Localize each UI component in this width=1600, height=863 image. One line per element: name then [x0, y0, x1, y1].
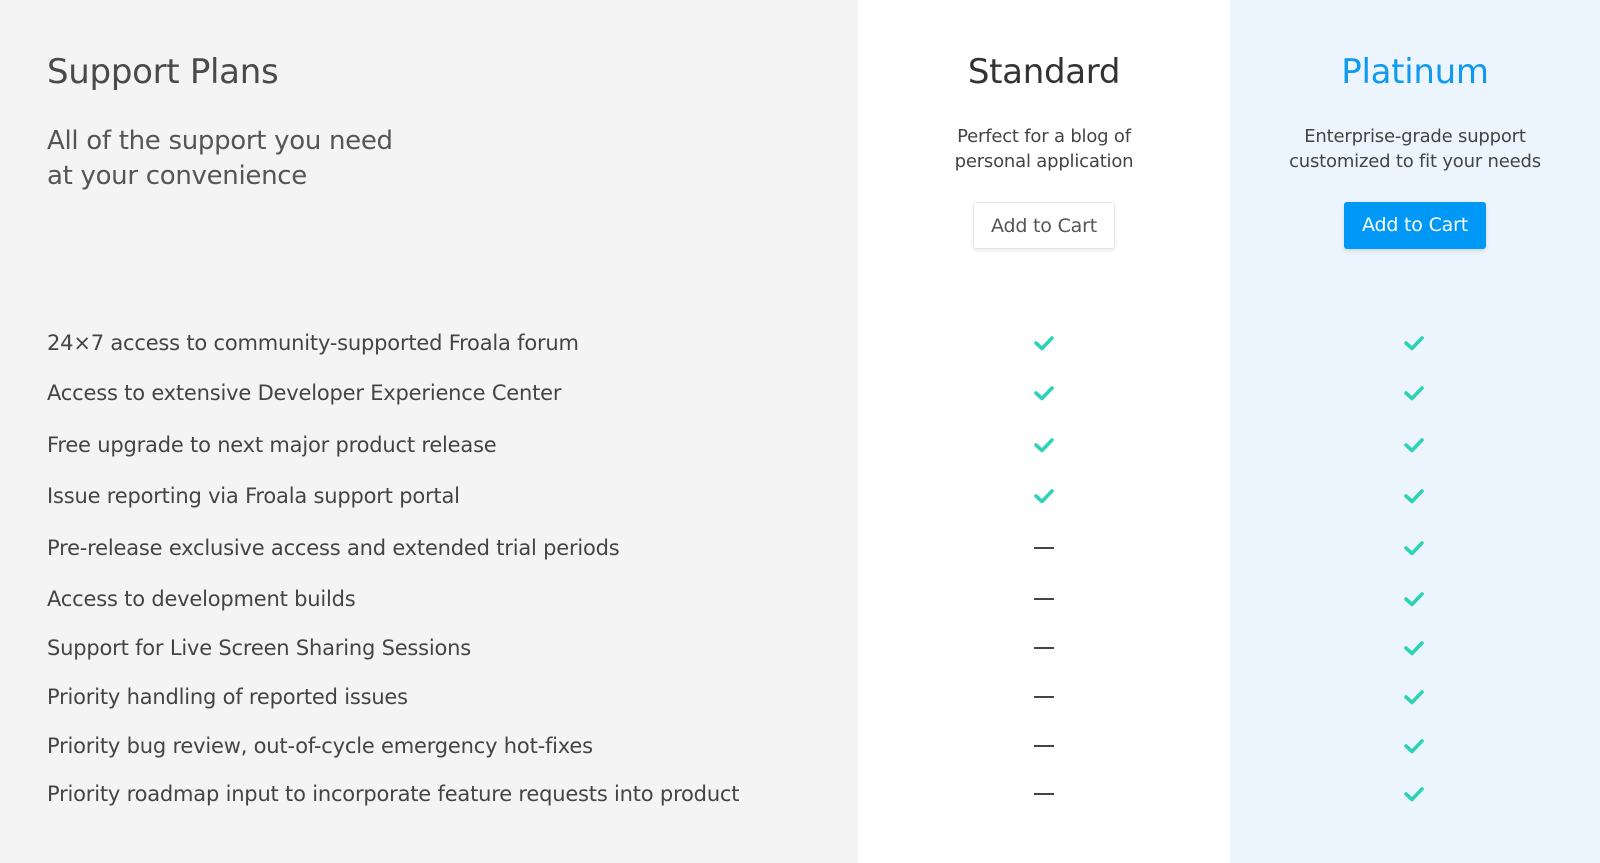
standard-availability-cell [1024, 774, 1064, 814]
dash-icon [1034, 696, 1054, 698]
standard-availability-cell [1024, 726, 1064, 766]
feature-row: Access to extensive Developer Experience… [0, 373, 1600, 413]
platinum-availability-cell [1394, 726, 1434, 766]
check-icon [1403, 334, 1425, 352]
feature-label: Access to development builds [47, 587, 356, 611]
feature-row: Access to development builds [0, 579, 1600, 619]
dash-icon [1034, 547, 1054, 549]
platinum-availability-cell [1394, 774, 1434, 814]
plan-description-line: customized to fit your needs [1289, 151, 1541, 172]
feature-label: Support for Live Screen Sharing Sessions [47, 636, 472, 660]
platinum-availability-cell [1394, 528, 1434, 568]
page-subtitle: All of the support you need at your conv… [47, 124, 393, 194]
check-icon [1403, 487, 1425, 505]
plan-description-line: Perfect for a blog of [957, 126, 1131, 147]
standard-availability-cell [1024, 323, 1064, 363]
check-icon [1403, 785, 1425, 803]
check-icon [1403, 590, 1425, 608]
add-to-cart-standard-button[interactable]: Add to Cart [973, 202, 1115, 249]
feature-label: Priority roadmap input to incorporate fe… [47, 782, 740, 806]
check-icon [1403, 539, 1425, 557]
platinum-availability-cell [1394, 425, 1434, 465]
plan-description-line: Enterprise-grade support [1304, 126, 1526, 147]
plan-description-line: personal application [954, 151, 1134, 172]
dash-icon [1034, 598, 1054, 600]
subtitle-line: All of the support you need [47, 126, 393, 156]
dash-icon [1034, 647, 1054, 649]
page-title: Support Plans [47, 52, 279, 92]
feature-row: 24×7 access to community-supported Froal… [0, 323, 1600, 363]
feature-row: Issue reporting via Froala support porta… [0, 476, 1600, 516]
check-icon [1403, 737, 1425, 755]
plan-description: Perfect for a blog of personal applicati… [858, 124, 1230, 174]
feature-label: Priority handling of reported issues [47, 685, 408, 709]
feature-row: Priority roadmap input to incorporate fe… [0, 774, 1600, 814]
platinum-availability-cell [1394, 476, 1434, 516]
plan-description: Enterprise-grade support customized to f… [1230, 124, 1600, 174]
check-icon [1033, 436, 1055, 454]
check-icon [1033, 334, 1055, 352]
standard-availability-cell [1024, 677, 1064, 717]
standard-availability-cell [1024, 579, 1064, 619]
dash-icon [1034, 745, 1054, 747]
add-to-cart-platinum-button[interactable]: Add to Cart [1344, 202, 1486, 249]
standard-availability-cell [1024, 628, 1064, 668]
standard-availability-cell [1024, 528, 1064, 568]
feature-row: Priority bug review, out-of-cycle emerge… [0, 726, 1600, 766]
standard-availability-cell [1024, 476, 1064, 516]
feature-row: Priority handling of reported issues [0, 677, 1600, 717]
feature-label: 24×7 access to community-supported Froal… [47, 331, 579, 355]
platinum-availability-cell [1394, 628, 1434, 668]
platinum-availability-cell [1394, 677, 1434, 717]
subtitle-line: at your convenience [47, 161, 307, 191]
feature-row: Pre-release exclusive access and extende… [0, 528, 1600, 568]
plan-name: Standard [967, 52, 1121, 92]
platinum-availability-cell [1394, 373, 1434, 413]
feature-label: Access to extensive Developer Experience… [47, 381, 562, 405]
check-icon [1033, 487, 1055, 505]
plan-name: Platinum [1341, 52, 1489, 92]
feature-label: Priority bug review, out-of-cycle emerge… [47, 734, 593, 758]
feature-label: Pre-release exclusive access and extende… [47, 536, 620, 560]
feature-label: Issue reporting via Froala support porta… [47, 484, 460, 508]
check-icon [1403, 436, 1425, 454]
platinum-availability-cell [1394, 323, 1434, 363]
feature-row: Support for Live Screen Sharing Sessions [0, 628, 1600, 668]
standard-availability-cell [1024, 425, 1064, 465]
standard-availability-cell [1024, 373, 1064, 413]
check-icon [1403, 688, 1425, 706]
check-icon [1403, 639, 1425, 657]
check-icon [1403, 384, 1425, 402]
platinum-availability-cell [1394, 579, 1434, 619]
check-icon [1033, 384, 1055, 402]
dash-icon [1034, 793, 1054, 795]
feature-row: Free upgrade to next major product relea… [0, 425, 1600, 465]
feature-label: Free upgrade to next major product relea… [47, 433, 497, 457]
